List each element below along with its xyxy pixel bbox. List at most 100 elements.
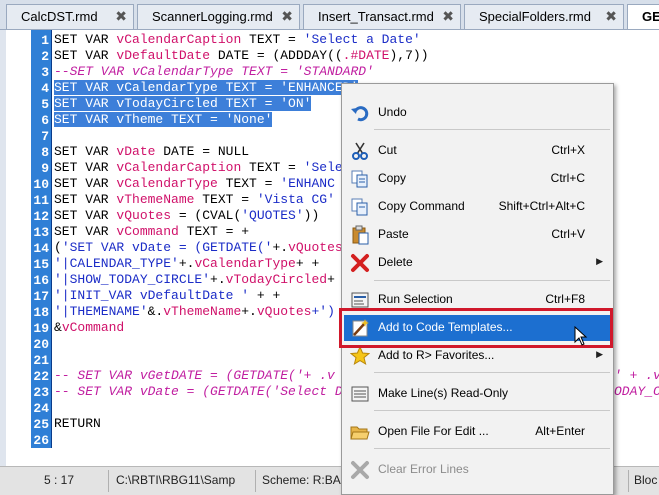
code-token: +. [210,272,226,287]
line-number: 20 [33,337,49,352]
code-token: TEXT = + [178,224,250,239]
code-token: TEXT = [194,192,257,207]
copy-icon [349,169,371,189]
code-token: 'Sele [303,160,343,175]
code-token: +') [311,304,335,319]
tab-label: ScannerLogging.rmd [152,9,273,24]
menu-item-open-file-for-edit[interactable]: Open File For Edit ... Alt+Enter [344,419,611,445]
selected-text: SET VAR vTodayCircled TEXT = 'ON' [54,96,312,111]
submenu-arrow-icon: ▶ [596,349,603,359]
copy-command-icon [349,197,371,217]
code-token: vThemeName [163,304,242,319]
tab-bar: CalcDST.rmd ✖ ScannerLogging.rmd ✖ Inser… [0,0,659,30]
menu-separator [374,410,610,411]
menu-separator [374,372,610,373]
code-token: 'SET VAR vDate = (GETDATE(' [61,240,273,255]
menu-item-paste[interactable]: Paste Ctrl+V [344,222,611,248]
line-number: 14 [33,241,49,256]
menu-item-make-read-only[interactable]: Make Line(s) Read-Only [344,381,611,407]
code-line: SET VAR vDate DATE = NULL [54,144,249,160]
lock-line-icon [349,384,371,404]
code-line-tail: ' + .v [614,368,659,383]
code-token: SET VAR [54,160,117,175]
menu-item-undo[interactable]: Undo [344,100,611,126]
menu-item-cut[interactable]: Cut Ctrl+X [344,138,611,164]
mouse-pointer-icon [574,325,588,351]
code-token: '|INIT_VAR vDefaultDate ' [54,288,250,303]
code-token: vCalendarType [116,176,218,191]
code-token: ),7)) [389,48,429,63]
menu-item-label: Add to R> Favorites... [378,348,495,362]
file-path: C:\RBTI\RBG11\Samp [116,473,236,487]
line-number: 18 [33,305,49,320]
code-token: + + [249,288,281,303]
code-token: +. [178,256,195,271]
shortcut-label: Ctrl+V [551,227,585,241]
menu-item-label: Open File For Edit ... [378,424,489,438]
editor-margin [0,30,6,466]
menu-item-label: Paste [378,227,409,241]
paste-icon [349,225,371,245]
code-token: TEXT = [217,176,281,191]
code-line: &vCommand [54,320,124,336]
code-token: vCalendarType [194,256,296,271]
tab-get-active[interactable]: GET [627,4,659,29]
menu-item-clear-error-lines[interactable]: Clear Error Lines [344,457,611,483]
line-number: 21 [33,353,49,368]
tab-specialfolders[interactable]: SpecialFolders.rmd ✖ [464,4,624,29]
code-token: vTodayCircled [225,272,328,287]
code-line: '|CALENDAR_TYPE'+.vCalendarType+ + [54,256,319,272]
shortcut-label: Ctrl+C [550,171,585,185]
menu-item-label: Run Selection [378,292,453,306]
selected-text: SET VAR vCalendarType TEXT = 'ENHANCED' [54,80,359,95]
context-menu: Undo Cut Ctrl+X Copy Ctrl+C Copy Command… [341,83,614,495]
code-token: + + [295,256,320,271]
status-divider [255,470,256,492]
menu-item-label: Make Line(s) Read-Only [378,386,509,400]
tab-calcdst[interactable]: CalcDST.rmd ✖ [6,4,134,29]
selected-text: SET VAR vTheme TEXT = 'None' [54,112,273,127]
shortcut-label: Shift+Ctrl+Alt+C [498,199,585,213]
code-token: +. [241,304,257,319]
tab-label: SpecialFolders.rmd [479,9,591,24]
line-number: 26 [33,433,49,448]
star-icon [349,345,371,366]
menu-item-delete[interactable]: Delete ▶ [344,250,611,276]
code-token: '|SHOW_TODAY_CIRCLE' [54,272,211,287]
menu-item-label: Clear Error Lines [378,462,469,476]
shortcut-label: Alt+Enter [535,424,585,438]
menu-item-copy-command[interactable]: Copy Command Shift+Ctrl+Alt+C [344,194,611,220]
code-line: -- SET VAR vGetDATE = (GETDATE('+ .v [54,368,335,383]
status-divider [628,470,629,492]
line-number: 6 [41,113,49,128]
tab-insert-transact[interactable]: Insert_Transact.rmd ✖ [303,4,461,29]
status-right-text: Bloc [634,473,658,487]
line-number: 13 [33,225,49,240]
code-line: RETURN [54,416,101,431]
code-token: vDefaultDate [116,48,211,63]
code-token: 'Select a Date' [303,32,421,47]
code-line: SET VAR vCalendarCaption TEXT = 'Sele [54,160,343,176]
close-icon[interactable]: ✖ [281,8,293,25]
code-token: 'Vista CG' [256,192,335,207]
close-icon[interactable]: ✖ [442,8,454,25]
code-token: )) [303,208,320,223]
code-token: vCalendarCaption [116,160,242,175]
menu-item-label: Copy Command [378,199,465,213]
menu-item-label: Delete [378,255,413,269]
close-icon[interactable]: ✖ [605,8,617,25]
menu-item-copy[interactable]: Copy Ctrl+C [344,166,611,192]
code-line: SET VAR vThemeName TEXT = 'Vista CG' [54,192,335,208]
menu-item-label: Copy [378,171,407,185]
code-line-selected: SET VAR vTheme TEXT = 'None' [54,112,273,128]
line-number: 4 [41,81,49,96]
close-icon[interactable]: ✖ [115,8,127,25]
code-token: vCommand [61,320,125,335]
code-token: '|CALENDAR_TYPE' [54,256,179,271]
tab-label: GET [642,9,659,24]
code-line-selected: SET VAR vTodayCircled TEXT = 'ON' [54,96,312,112]
code-line: ('SET VAR vDate = (GETDATE('+.vQuotes [54,240,343,256]
submenu-arrow-icon: ▶ [596,256,603,266]
tab-scannerlogging[interactable]: ScannerLogging.rmd ✖ [137,4,300,29]
code-token: = (CVAL( [171,208,242,223]
